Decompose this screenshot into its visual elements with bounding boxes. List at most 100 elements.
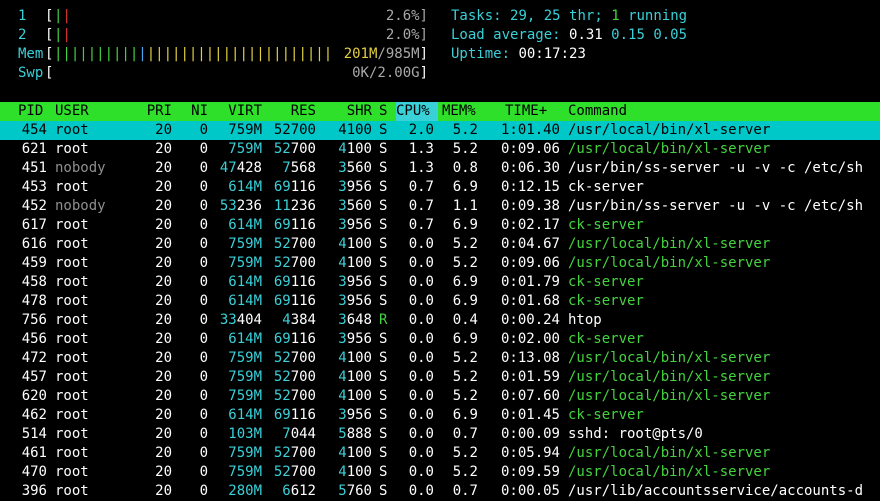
process-mem: 5.2 — [452, 122, 478, 138]
process-time: 0:00.05 — [500, 483, 560, 499]
process-cpu: 0.0 — [408, 483, 434, 499]
process-time: 0:02.00 — [500, 331, 560, 347]
process-mem: 5.2 — [452, 388, 478, 404]
process-command: /usr/local/bin/xl-server — [568, 255, 771, 271]
cpu1-meter: 1 [ || 2.6%] — [18, 7, 428, 26]
process-cpu: 0.0 — [408, 388, 434, 404]
process-row[interactable]: 620 root 20 0 759M 52700 4100 S 0.0 5.2 0:07.60/us… — [0, 387, 880, 406]
column-time[interactable]: TIME+ — [505, 102, 547, 121]
process-shr: 3956 — [338, 217, 372, 233]
process-cpu: 0.0 — [408, 369, 434, 385]
process-state: S — [379, 369, 388, 385]
process-row[interactable]: 456 root 20 0 614M 69116 3956 S 0.0 6.9 0:02.00 ck-… — [0, 330, 880, 349]
column-pid[interactable]: PID — [18, 102, 43, 121]
cpu1-percent: 2.6%] — [385, 8, 428, 24]
cpu2-bar: || — [54, 27, 71, 43]
column-state[interactable]: S — [379, 102, 387, 121]
process-row[interactable]: 470 root 20 0 759M 52700 4100 S 0.0 5.2 0:09.59/us… — [0, 463, 880, 482]
process-res: 52700 — [273, 388, 316, 404]
process-virt: 759M — [228, 255, 262, 271]
process-row[interactable]: 461 root 20 0 759M 52700 4100 S 0.0 5.2 0:05.94/us… — [0, 444, 880, 463]
process-virt: 614M — [228, 274, 262, 290]
process-state: S — [379, 388, 388, 404]
process-row[interactable]: 457 root 20 0 759M 52700 4100 S 0.0 5.2 0:01.59/us… — [0, 368, 880, 387]
cpu2-bracket-open: [ — [45, 27, 54, 43]
process-nice: 0 — [199, 255, 208, 271]
process-row[interactable]: 514 root 20 0 103M 7044 5888 S 0.0 0.7 0:00.09 sshd… — [0, 425, 880, 444]
process-row[interactable]: 458 root 20 0 614M 69116 3956 S 0.0 6.9 0:01.79 ck-… — [0, 273, 880, 292]
process-priority: 20 — [155, 426, 172, 442]
process-user: root — [55, 445, 89, 461]
process-shr: 3648 — [338, 312, 372, 328]
process-pid: 457 — [21, 369, 47, 385]
process-row[interactable]: 621 root 20 0 759M 52700 4100 S 1.3 5.2 0:09.06/us… — [0, 140, 880, 159]
process-row[interactable]: 396 root 20 0 280M 6612 5760 S 0.0 0.7 0:00.05/usr… — [0, 482, 880, 501]
column-virt[interactable]: VIRT — [212, 102, 262, 121]
column-pri[interactable]: PRI — [140, 102, 172, 121]
process-res: 69116 — [273, 331, 316, 347]
column-ni[interactable]: NI — [180, 102, 208, 121]
column-shr[interactable]: SHR — [322, 102, 372, 121]
process-row[interactable]: 459 root 20 0 759M 52700 4100 S 0.0 5.2 0:09.06/us… — [0, 254, 880, 273]
process-command: /usr/local/bin/xl-server — [568, 141, 771, 157]
process-virt: 759M — [228, 464, 262, 480]
process-priority: 20 — [155, 331, 172, 347]
process-res: 7044 — [282, 426, 316, 442]
process-row[interactable]: 451 nobody 20 0 47428 7568 3560 S 1.3 0.8 0:06.30 /… — [0, 159, 880, 178]
process-cpu: 0.0 — [408, 255, 434, 271]
process-cpu: 0.7 — [408, 179, 434, 195]
process-pid: 396 — [21, 483, 47, 499]
process-nice: 0 — [199, 141, 208, 157]
process-row[interactable]: 617 root 20 0 614M 69116 3956 S 0.7 6.9 0:02.17 ck-… — [0, 216, 880, 235]
process-shr: 3956 — [338, 274, 372, 290]
process-res: 11236 — [273, 198, 316, 214]
process-mem: 6.9 — [452, 293, 478, 309]
process-row[interactable]: 756 root 20 0 33404 4384 3648 R 0.0 0.4 0:00.24 hto… — [0, 311, 880, 330]
process-command: ck-server — [568, 217, 644, 233]
process-command: /usr/local/bin/xl-server — [568, 464, 771, 480]
process-command: /usr/local/bin/xl-server — [568, 388, 771, 404]
process-user: root — [55, 369, 89, 385]
tasks-summary: Tasks: 29, 25 thr; 1 running — [451, 8, 688, 24]
process-user: root — [55, 464, 89, 480]
process-row[interactable]: 478 root 20 0 614M 69116 3956 S 0.0 6.9 0:01.68 ck-… — [0, 292, 880, 311]
process-time: 0:06.30 — [500, 160, 560, 176]
process-row[interactable]: 616 root 20 0 759M 52700 4100 S 0.0 5.2 0:04.67/us… — [0, 235, 880, 254]
column-mem[interactable]: MEM% — [442, 102, 476, 121]
process-res: 52700 — [273, 255, 316, 271]
process-user: root — [55, 350, 89, 366]
process-nice: 0 — [199, 217, 208, 233]
process-cpu: 0.0 — [408, 331, 434, 347]
process-time: 0:09.06 — [500, 141, 560, 157]
column-res[interactable]: RES — [268, 102, 316, 121]
process-priority: 20 — [155, 179, 172, 195]
column-user[interactable]: USER — [55, 102, 89, 121]
process-cpu: 1.3 — [408, 160, 434, 176]
process-row[interactable]: 453 root 20 0 614M 69116 3956 S 0.7 6.9 0:12.15 ck-… — [0, 178, 880, 197]
process-state: S — [379, 445, 388, 461]
process-row[interactable]: 454 root 20 0 759M 52700 4100 S 2.0 5.2 1:01.40/us… — [0, 121, 880, 140]
process-priority: 20 — [155, 122, 172, 138]
process-mem: 5.2 — [452, 350, 478, 366]
process-pid: 617 — [21, 217, 47, 233]
process-res: 52700 — [273, 350, 316, 366]
process-virt: 759M — [228, 350, 262, 366]
process-nice: 0 — [199, 350, 208, 366]
process-nice: 0 — [199, 236, 208, 252]
column-cpu-sorted[interactable]: CPU% — [396, 102, 438, 121]
process-row[interactable]: 462 root 20 0 614M 69116 3956 S 0.0 6.9 0:01.45 ck-… — [0, 406, 880, 425]
process-row[interactable]: 452 nobody 20 0 53236 11236 3560 S 0.7 1.1 0:09.38… — [0, 197, 880, 216]
process-pid: 452 — [21, 198, 47, 214]
process-res: 6612 — [282, 483, 316, 499]
process-time: 0:00.09 — [500, 426, 560, 442]
process-state: S — [379, 141, 388, 157]
swap-meter: Swp [ 0K/2.00G] — [18, 64, 428, 83]
htop-terminal[interactable]: 1 [ || 2.6%] 2 [ || 2.0%] Mem [ ||||||||… — [0, 0, 880, 499]
process-row[interactable]: 472 root 20 0 759M 52700 4100 S 0.0 5.2 0:13.08/us… — [0, 349, 880, 368]
process-shr: 3956 — [338, 293, 372, 309]
process-res: 69116 — [273, 407, 316, 423]
process-cpu: 0.0 — [408, 445, 434, 461]
process-state: S — [379, 350, 388, 366]
column-command[interactable]: Command — [568, 102, 627, 121]
process-cpu: 2.0 — [408, 122, 434, 138]
